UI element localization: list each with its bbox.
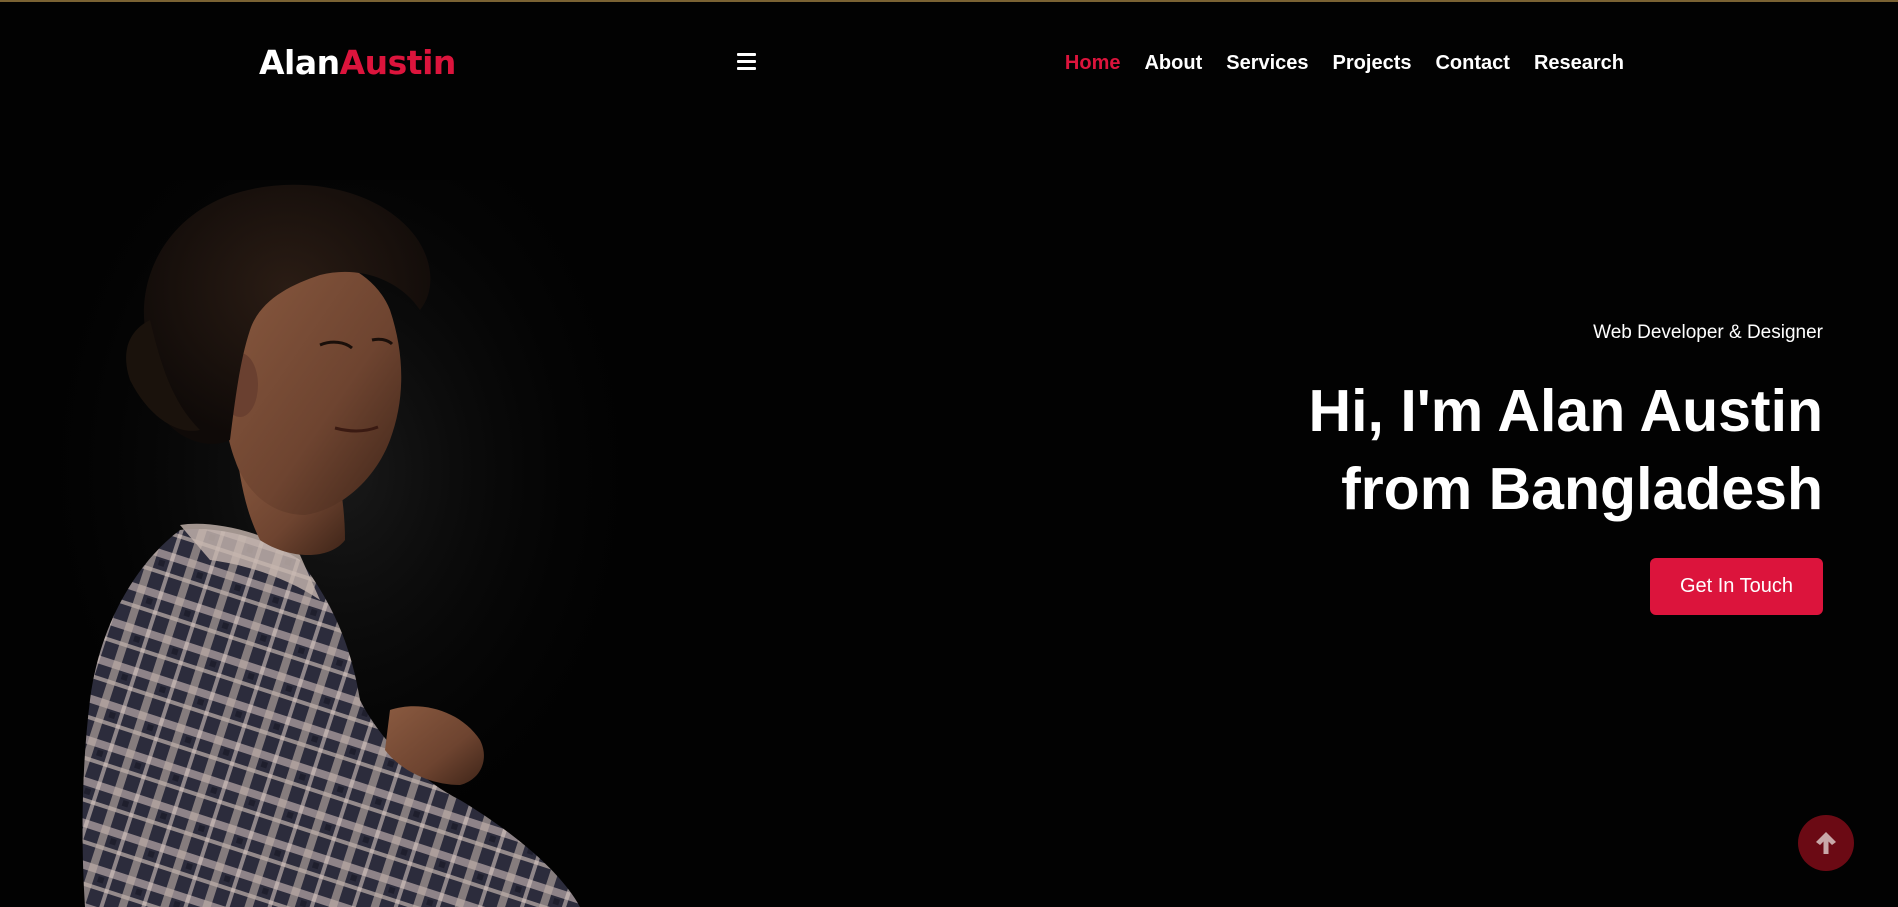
get-in-touch-button[interactable]: Get In Touch — [1649, 558, 1823, 615]
hero-subtitle: Web Developer & Designer — [1593, 322, 1823, 343]
hamburger-icon[interactable] — [737, 53, 756, 71]
brand-last-name: Austin — [339, 43, 457, 82]
nav-item-research[interactable]: Research — [1522, 49, 1636, 77]
hero-title: Hi, I'm Alan Austin from Bangladesh — [1309, 372, 1823, 528]
hero-title-line1: Hi, I'm Alan Austin — [1308, 378, 1823, 444]
hero-title-line2: from Bangladesh — [1341, 456, 1823, 522]
nav-item-home[interactable]: Home — [1053, 49, 1133, 77]
page: AlanAustin Home About Services Projects … — [0, 0, 1898, 907]
brand-logo[interactable]: AlanAustin — [259, 43, 456, 83]
hero-content: Web Developer & Designer Hi, I'm Alan Au… — [1309, 318, 1823, 615]
nav-item-projects[interactable]: Projects — [1321, 49, 1424, 77]
top-border — [0, 0, 1898, 2]
nav-item-contact[interactable]: Contact — [1423, 49, 1521, 77]
nav-item-services[interactable]: Services — [1214, 49, 1320, 77]
main-nav: Home About Services Projects Contact Res… — [1053, 49, 1636, 77]
scroll-to-top-button[interactable] — [1798, 815, 1854, 871]
arrow-up-icon — [1816, 832, 1836, 854]
hero-portrait-image — [60, 180, 620, 907]
nav-item-about[interactable]: About — [1132, 49, 1214, 77]
brand-first-name: Alan — [259, 43, 340, 82]
